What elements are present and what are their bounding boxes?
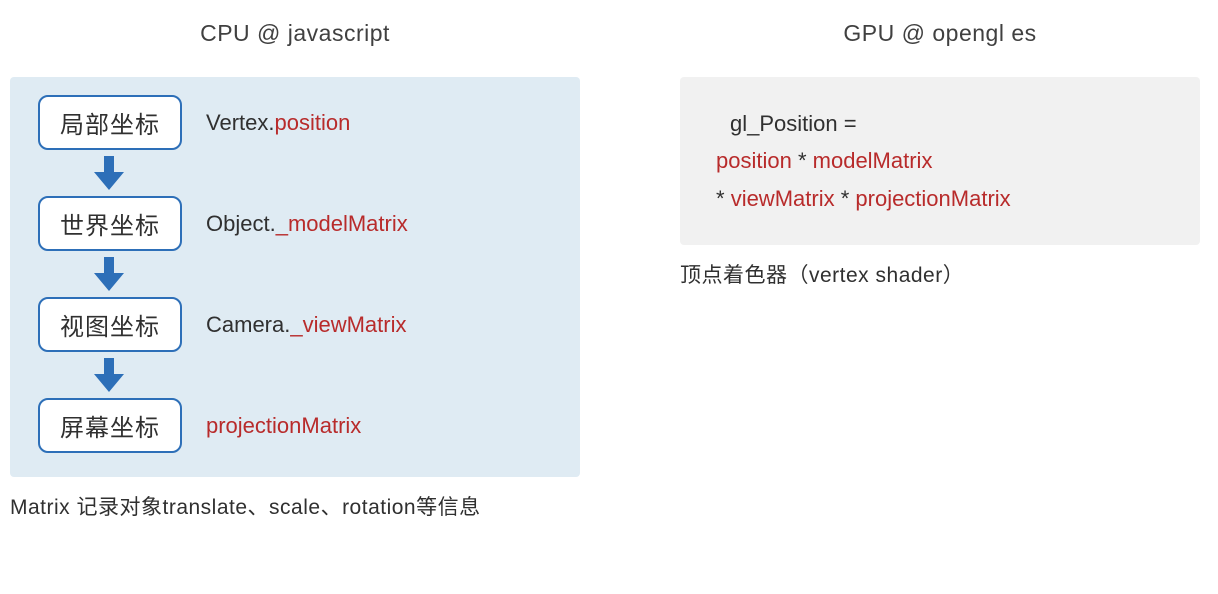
flow-row: 世界坐标 Object._modelMatrix <box>38 196 552 251</box>
flow-row: 屏幕坐标 projectionMatrix <box>38 398 552 453</box>
code-text: * <box>716 186 731 211</box>
label-red: projectionMatrix <box>206 413 361 438</box>
arrow-down-icon <box>38 358 188 392</box>
cpu-column: CPU @ javascript 局部坐标 Vertex.position 世界… <box>10 0 580 521</box>
label-prefix: Camera. <box>206 312 290 337</box>
flow-box-world-coords: 世界坐标 <box>38 196 182 251</box>
code-red: position <box>716 148 792 173</box>
cpu-caption: Matrix 记录对象translate、scale、rotation等信息 <box>10 491 580 521</box>
label-red: _viewMatrix <box>290 312 406 337</box>
cpu-flow-panel: 局部坐标 Vertex.position 世界坐标 Object._modelM… <box>10 77 580 477</box>
code-line-1: gl_Position = <box>716 105 1164 142</box>
label-prefix: Vertex. <box>206 110 274 135</box>
code-text: gl_Position = <box>730 111 857 136</box>
gpu-code-panel: gl_Position = position * modelMatrix * v… <box>680 77 1200 245</box>
label-prefix: Object. <box>206 211 276 236</box>
flow-label: Object._modelMatrix <box>206 211 408 237</box>
code-red: modelMatrix <box>813 148 933 173</box>
flow-row: 视图坐标 Camera._viewMatrix <box>38 297 552 352</box>
cpu-heading: CPU @ javascript <box>10 20 580 47</box>
flow-box-local-coords: 局部坐标 <box>38 95 182 150</box>
flow-box-screen-coords: 屏幕坐标 <box>38 398 182 453</box>
arrow-down-icon <box>38 257 188 291</box>
flow-box-view-coords: 视图坐标 <box>38 297 182 352</box>
code-line-3: * viewMatrix * projectionMatrix <box>716 180 1164 217</box>
label-red: _modelMatrix <box>276 211 408 236</box>
arrow-down-icon <box>38 156 188 190</box>
code-line-2: position * modelMatrix <box>716 142 1164 179</box>
flow-row: 局部坐标 Vertex.position <box>38 95 552 150</box>
gpu-heading: GPU @ opengl es <box>680 20 1200 47</box>
flow-label: projectionMatrix <box>206 413 361 439</box>
gpu-column: GPU @ opengl es gl_Position = position *… <box>680 0 1200 289</box>
code-red: viewMatrix <box>731 186 835 211</box>
flow-label: Camera._viewMatrix <box>206 312 407 338</box>
code-red: projectionMatrix <box>855 186 1010 211</box>
code-text: * <box>835 186 856 211</box>
flow-label: Vertex.position <box>206 110 350 136</box>
code-text: * <box>792 148 813 173</box>
gpu-caption: 顶点着色器（vertex shader） <box>680 259 1200 289</box>
label-red: position <box>274 110 350 135</box>
